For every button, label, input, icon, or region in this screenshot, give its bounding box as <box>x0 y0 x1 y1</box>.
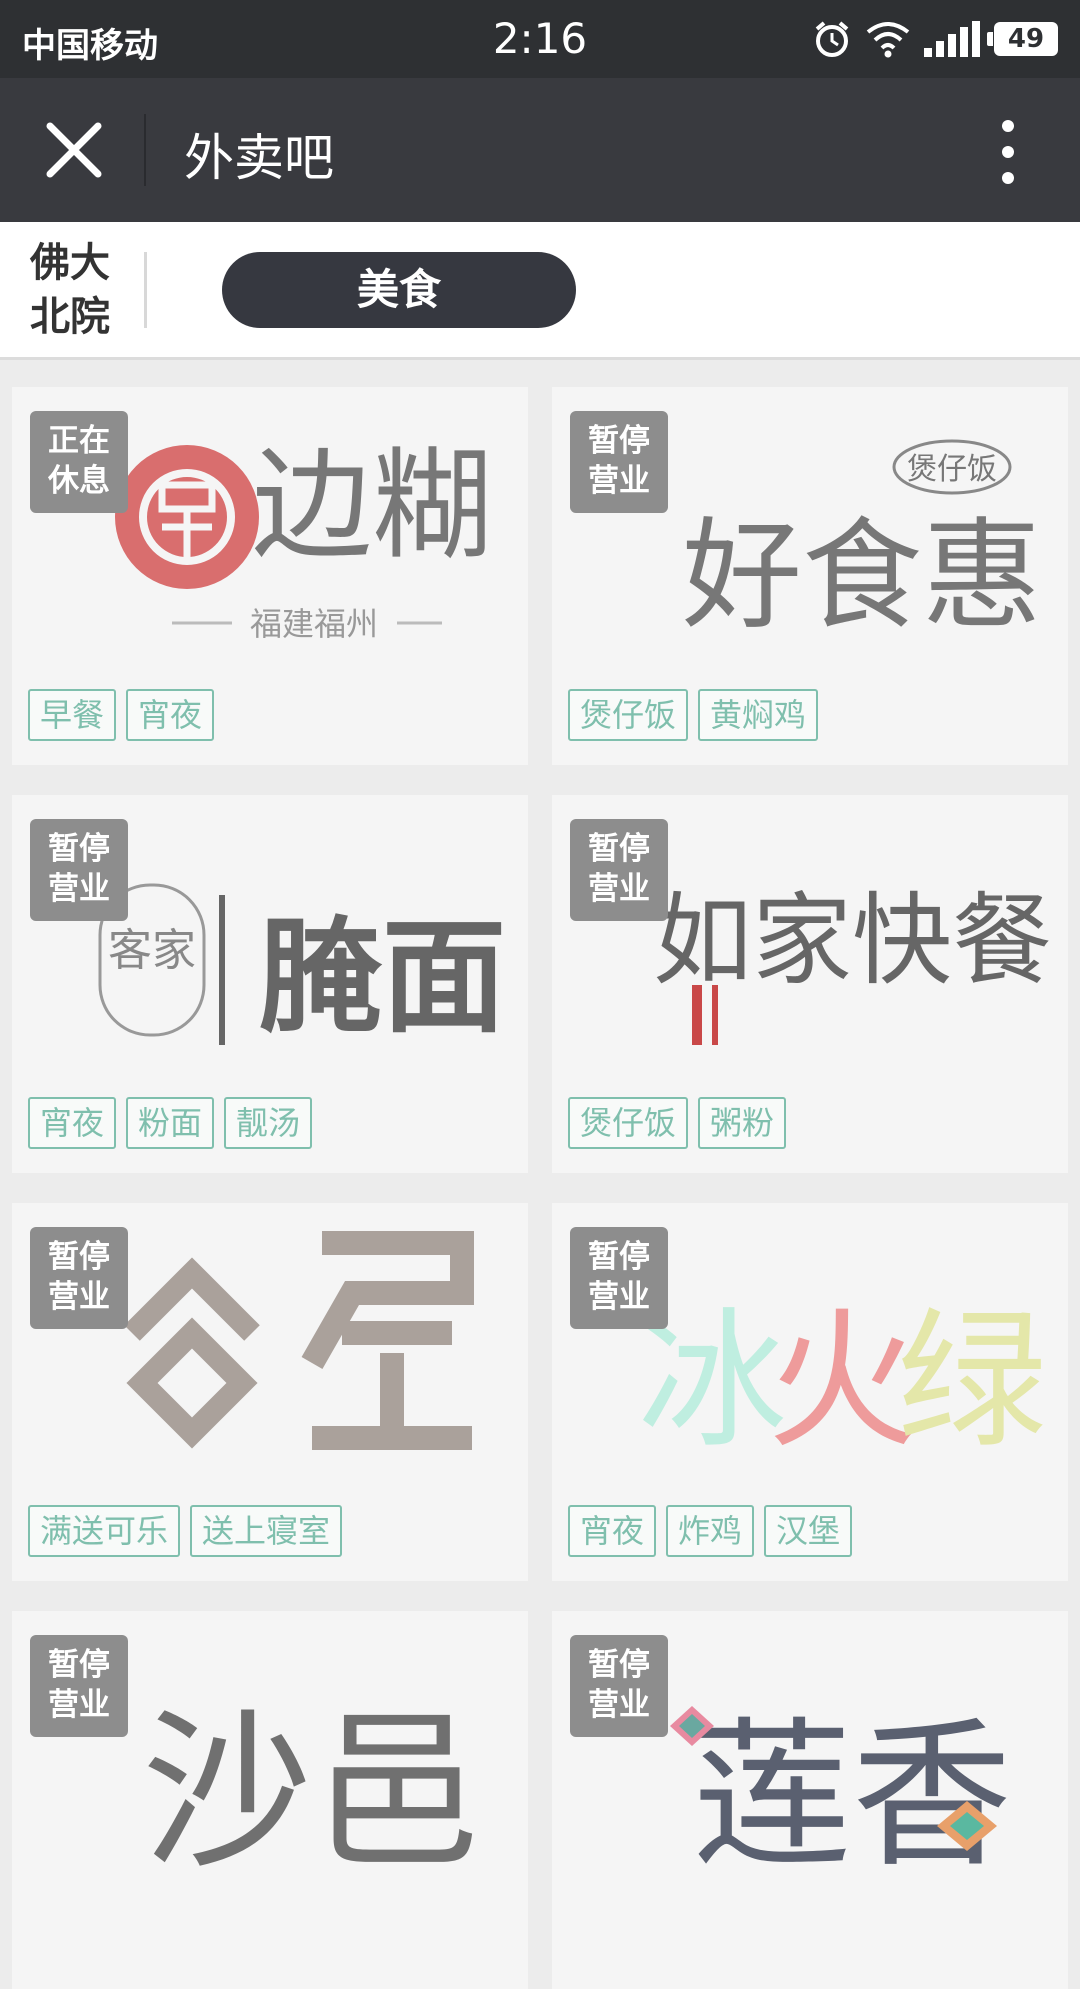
battery-icon: 49 <box>987 22 1058 56</box>
page-title: 外卖吧 <box>184 129 334 187</box>
status-badge: 暂停 营业 <box>30 1227 128 1329</box>
tag-list: 煲仔饭 粥粉 <box>568 1097 787 1149</box>
logo-text: 莲香 <box>692 1702 1012 1889</box>
logo-subtitle: 福建福州 <box>250 605 378 643</box>
category-divider <box>144 252 147 328</box>
alarm-icon <box>815 21 849 57</box>
header-divider <box>144 114 146 186</box>
shop-card[interactable]: 暂停 营业 谷屋 满送可乐 送上寝室 <box>12 1203 528 1581</box>
logo-text: 沙邑 <box>142 1694 482 1892</box>
status-icons: 49 <box>812 16 1058 62</box>
logo-subtitle: 客家 <box>108 925 196 976</box>
shop-tag: 炸鸡 <box>666 1505 755 1557</box>
logo-text: 腌面 <box>258 906 506 1050</box>
shop-tag: 早餐 <box>28 689 117 741</box>
shop-tag: 送上寝室 <box>190 1505 343 1557</box>
shop-tag: 汉堡 <box>764 1505 853 1557</box>
logo-text: 谷屋 <box>269 1491 271 1494</box>
shop-card[interactable]: 暂停 营业 客家 腌面 宵夜 粉面 靓汤 <box>12 795 528 1173</box>
tag-list: 煲仔饭 黄焖鸡 <box>568 689 819 741</box>
campus-selector[interactable]: 佛大 北院 <box>30 236 126 344</box>
shop-tag: 宵夜 <box>126 689 215 741</box>
shop-tag: 宵夜 <box>568 1505 657 1557</box>
status-badge: 暂停 营业 <box>30 819 128 921</box>
status-badge: 暂停 营业 <box>570 819 668 921</box>
shop-tag: 粉面 <box>126 1097 215 1149</box>
logo-char-2: 火 <box>767 1295 917 1469</box>
close-icon[interactable] <box>36 112 112 188</box>
shop-card[interactable]: 正在 休息 边糊 福建福州 早餐 宵夜 <box>12 387 528 765</box>
logo-char-3: 绿 <box>897 1295 1047 1469</box>
logo-text: 好食惠 <box>682 507 1042 646</box>
shop-tag: 煲仔饭 <box>568 1097 689 1149</box>
app-header: 外卖吧 <box>0 78 1080 222</box>
campus-line-1: 佛大 <box>30 240 110 286</box>
more-vertical-icon[interactable] <box>986 116 1030 188</box>
shop-card[interactable]: 暂停 营业 冰 火 绿 宵夜 炸鸡 汉堡 <box>552 1203 1068 1581</box>
shop-tag: 靓汤 <box>224 1097 313 1149</box>
shop-card[interactable]: 暂停 营业 如家快餐 煲仔饭 粥粉 <box>552 795 1068 1173</box>
tag-list: 早餐 宵夜 <box>28 689 215 741</box>
tag-list: 宵夜 粉面 靓汤 <box>28 1097 313 1149</box>
shop-tag: 粥粉 <box>698 1097 787 1149</box>
shop-tag: 煲仔饭 <box>568 689 689 741</box>
shop-tag: 满送可乐 <box>28 1505 181 1557</box>
status-badge: 正在 休息 <box>30 411 128 513</box>
shop-card[interactable]: 暂停 营业 好食惠 煲仔饭 煲仔饭 黄焖鸡 <box>552 387 1068 765</box>
shop-tag: 黄焖鸡 <box>698 689 819 741</box>
campus-line-2: 北院 <box>30 294 110 340</box>
status-bar: 中国移动 2:16 49 <box>0 0 1080 78</box>
tag-list: 满送可乐 送上寝室 <box>28 1505 343 1557</box>
signal-icon <box>924 21 980 57</box>
shop-card[interactable]: 暂停 营业 沙邑 <box>12 1611 528 1989</box>
status-badge: 暂停 营业 <box>570 411 668 513</box>
category-tab-food[interactable]: 美食 <box>222 252 576 328</box>
logo-text: 边糊 <box>252 437 492 576</box>
tag-list: 宵夜 炸鸡 汉堡 <box>568 1505 853 1557</box>
shop-card[interactable]: 暂停 营业 莲香 <box>552 1611 1068 1989</box>
logo-subtitle: 煲仔饭 <box>907 452 997 487</box>
wifi-icon <box>866 22 910 58</box>
logo-text: 如家快餐 <box>652 882 1052 999</box>
status-badge: 暂停 营业 <box>570 1635 668 1737</box>
status-badge: 暂停 营业 <box>30 1635 128 1737</box>
status-badge: 暂停 营业 <box>570 1227 668 1329</box>
category-bar: 佛大 北院 美食 <box>0 222 1080 360</box>
shop-tag: 宵夜 <box>28 1097 117 1149</box>
